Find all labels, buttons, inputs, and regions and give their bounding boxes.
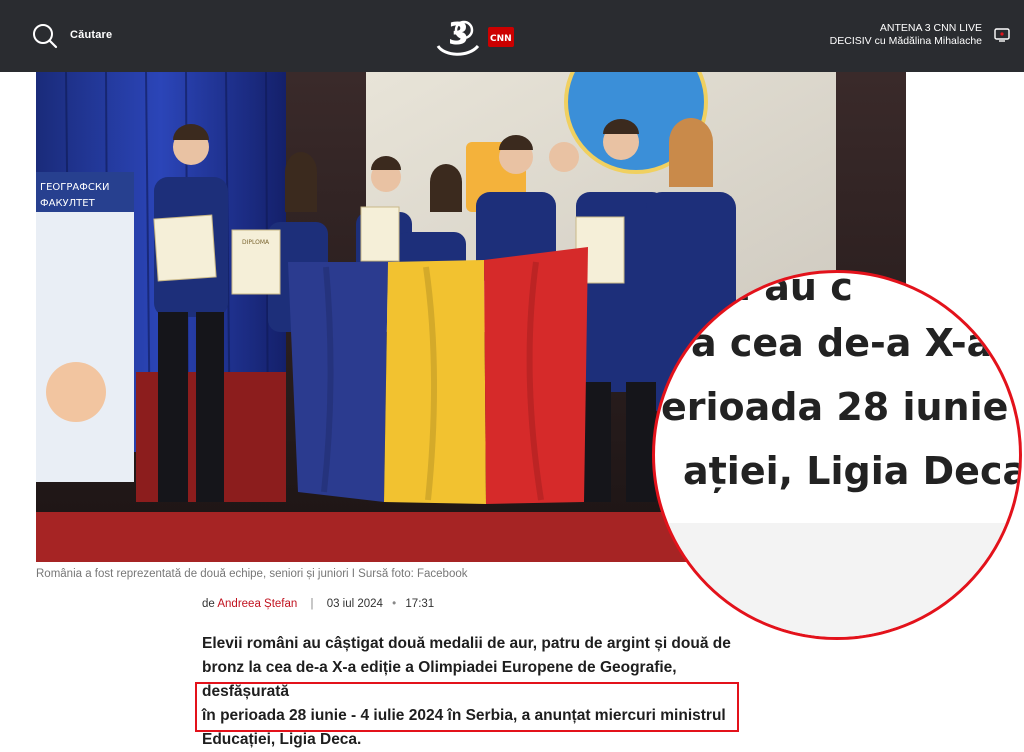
live-now-block[interactable]: ANTENA 3 CNN LIVE DECISIV cu Mădălina Mi…: [830, 22, 982, 48]
lead-line-1: Elevii români au câștigat două medalii d…: [202, 635, 731, 652]
publish-time: 17:31: [405, 598, 435, 610]
cnn-logo-text: CNN: [490, 34, 512, 44]
live-show[interactable]: DECISIV cu Mădălina Mihalache: [830, 35, 982, 48]
diploma-label: DIPLOMA: [242, 239, 270, 246]
byline-dot: •: [392, 598, 397, 610]
zoom-line-1: ii au c: [725, 270, 853, 309]
antena3-cnn-logo[interactable]: 3 CNN: [434, 16, 518, 58]
zoom-magnifier: ii au c a cea de-a X-a e erioada 28 iuni…: [652, 270, 1022, 640]
byline-prefix: de: [202, 598, 215, 610]
highlight-box: [195, 682, 739, 732]
publish-date: 03 iul 2024: [326, 598, 383, 610]
search-label[interactable]: Căutare: [70, 29, 112, 41]
zoom-lower-area: [655, 523, 1019, 637]
site-header: Căutare 3 CNN ANTENA 3 CNN LIVE DECISIV …: [0, 0, 1024, 72]
tv-live-icon[interactable]: [994, 28, 1010, 42]
banner-text-2: ФАКУЛТЕТ: [40, 198, 96, 209]
author-link[interactable]: Andreea Ștefan: [217, 598, 297, 610]
search-icon[interactable]: [32, 23, 58, 49]
zoom-line-3: erioada 28 iunie - 4 iu: [661, 385, 1019, 429]
banner-text-1: ГЕОГРАФСКИ: [40, 182, 109, 193]
zoom-line-4: ației, Ligia Deca.: [683, 449, 1022, 493]
live-channel[interactable]: ANTENA 3 CNN LIVE: [830, 22, 982, 35]
zoom-line-2: a cea de-a X-a e: [691, 321, 1022, 365]
byline: de Andreea Ștefan | 03 iul 2024 • 17:31: [202, 598, 434, 610]
byline-separator: |: [310, 598, 314, 610]
romanian-flag: [288, 247, 588, 504]
photo-caption: România a fost reprezentată de două echi…: [36, 568, 468, 580]
